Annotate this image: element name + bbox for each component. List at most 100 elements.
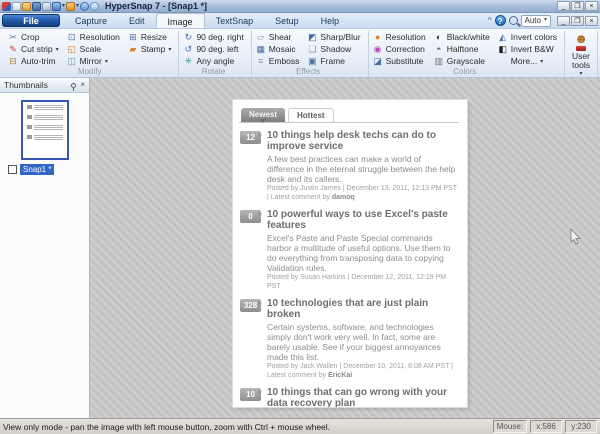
invert-colors-button[interactable]: ◭ Invert colors [496,31,559,43]
resolution-button[interactable]: ⊡ Resolution [65,31,122,43]
resize-button[interactable]: ⊞ Resize [126,31,174,43]
group-label-modify: Modify [6,67,173,77]
doc-close-button[interactable]: × [585,16,598,26]
doc-minimize-button[interactable]: _ [557,16,570,26]
window-controls: _ ❐ × [557,1,598,11]
shadow-button[interactable]: ❏ Shadow [305,43,362,55]
comment-count-badge: 328 [240,299,261,312]
status-bar: View only mode - pan the image with left… [0,418,600,434]
pin-icon[interactable] [71,83,76,88]
new-snapshot-icon[interactable] [12,2,21,11]
auto-trim-button[interactable]: ⊟ Auto-trim [6,55,61,67]
any-angle-label: Any angle [196,56,234,66]
zoom-search-icon[interactable] [509,16,518,25]
tab-help[interactable]: Help [310,13,351,28]
user-tools-button[interactable]: ☻ User tools ▾ [571,32,591,77]
open-file-icon[interactable] [22,2,31,11]
frame-label: Frame [320,56,345,66]
halftone-label: Halftone [447,44,479,54]
thumbnail-preview[interactable] [21,100,69,160]
shadow-label: Shadow [320,44,351,54]
invert-colors-icon: ◭ [498,32,508,42]
tab-textsnap[interactable]: TextSnap [205,13,265,28]
open-recent-icon[interactable] [66,2,75,11]
emboss-button[interactable]: ≡ Emboss [254,55,302,67]
rotate-left-button[interactable]: ↺ 90 deg. left [181,43,245,55]
ribbon-group-colors: ● Resolution ◉ Correction ◪ Substitute ◐… [369,31,565,77]
stamp-button[interactable]: ▰ Stamp ▾ [126,43,174,55]
color-resolution-label: Resolution [386,32,426,42]
print-icon[interactable] [42,2,51,11]
image-workspace[interactable]: Newest Hottest 12 10 things help desk te… [90,78,600,418]
byline-text: Posted by Justin James | December 13, 20… [267,185,457,201]
mosaic-button[interactable]: ▦ Mosaic [254,43,302,55]
doc-restore-button[interactable]: ❐ [571,16,584,26]
black-white-icon: ◐ [434,32,444,42]
tab-setup[interactable]: Setup [264,13,310,28]
panel-close-icon[interactable]: × [80,81,85,89]
crop-button[interactable]: ✂ Crop [6,31,61,43]
resize-label: Resize [141,32,167,42]
resize-icon: ⊞ [128,32,138,42]
comment-count-badge: 0 [240,210,261,223]
correction-button[interactable]: ◉ Correction [371,43,428,55]
substitute-button[interactable]: ◪ Substitute [371,55,428,67]
user-tools-icon: ☻ [574,32,588,51]
collapse-ribbon-icon[interactable]: ^ [488,16,492,25]
tab-capture[interactable]: Capture [64,13,118,28]
capture-icon[interactable] [52,2,61,11]
mouse-cursor [570,228,582,246]
commenter-name: damoq [332,194,355,201]
invert-bw-label: Invert B&W [511,44,554,54]
more-colors-button[interactable]: More... ▾ [496,55,559,67]
cut-strip-button[interactable]: ✎ Cut strip ▾ [6,43,61,55]
close-button[interactable]: × [585,1,598,11]
thumbnail-checkbox[interactable] [8,165,17,174]
shear-button[interactable]: ▱ Shear [254,31,302,43]
snapshot-tab-newest: Newest [241,108,285,122]
save-icon[interactable] [32,2,41,11]
ribbon-group-effects: ▱ Shear ▦ Mosaic ≡ Emboss ◩ Sharp/Blur ❏ [252,31,369,77]
zoom-level-select[interactable]: Auto ▾ [521,15,551,27]
rotate-left-label: 90 deg. left [196,44,238,54]
capture-dropdown-icon[interactable]: ▾ [62,2,65,11]
file-menu-button[interactable]: File [2,14,60,27]
crop-label: Crop [21,32,39,42]
help-icon[interactable]: ? [495,15,506,26]
black-white-button[interactable]: ◐ Black/white [432,31,492,43]
article-title: 10 things that can go wrong with your da… [267,387,458,407]
article-byline: Posted by Justin James | December 13, 20… [267,185,458,202]
scale-button[interactable]: ◱ Scale [65,43,122,55]
cut-strip-icon: ✎ [8,44,18,54]
auto-trim-icon: ⊟ [8,56,18,66]
thumbnail-label[interactable]: Snap1 * [20,164,54,175]
recent-dropdown-icon[interactable]: ▾ [76,2,79,11]
halftone-button[interactable]: ◓ Halftone [432,43,492,55]
redo-icon[interactable] [90,2,99,11]
group-label-rotate: Rotate [181,67,245,77]
restore-button[interactable]: ❐ [571,1,584,11]
mirror-button[interactable]: ◫ Mirror ▾ [65,55,122,67]
color-resolution-button[interactable]: ● Resolution [371,31,428,43]
undo-icon[interactable] [80,2,89,11]
article-title: 10 technologies that are just plain brok… [267,298,458,320]
more-colors-label: More... [511,56,537,66]
shadow-icon: ❏ [307,44,317,54]
invert-bw-button[interactable]: ◧ Invert B&W [496,43,559,55]
ribbon-tab-bar: File Capture Edit Image TextSnap Setup H… [0,13,600,29]
minimize-button[interactable]: _ [557,1,570,11]
rotate-right-icon: ↻ [183,32,193,42]
ribbon-group-user-tools: ☻ User tools ▾ [565,31,598,77]
frame-button[interactable]: ▣ Frame [305,55,362,67]
comment-count-badge: 10 [240,388,261,401]
mosaic-icon: ▦ [256,44,266,54]
grayscale-button[interactable]: ▥ Grayscale [432,55,492,67]
thumbnails-panel-title: Thumbnails [4,80,48,90]
tab-image[interactable]: Image [156,13,205,28]
tab-edit[interactable]: Edit [118,13,156,28]
rotate-right-button[interactable]: ↻ 90 deg. right [181,31,245,43]
byline-text: Posted by Jack Wallen | December 10, 201… [267,363,453,379]
dropdown-icon: ▾ [105,58,108,65]
any-angle-button[interactable]: ✳ Any angle [181,55,245,67]
sharp-blur-button[interactable]: ◩ Sharp/Blur [305,31,362,43]
